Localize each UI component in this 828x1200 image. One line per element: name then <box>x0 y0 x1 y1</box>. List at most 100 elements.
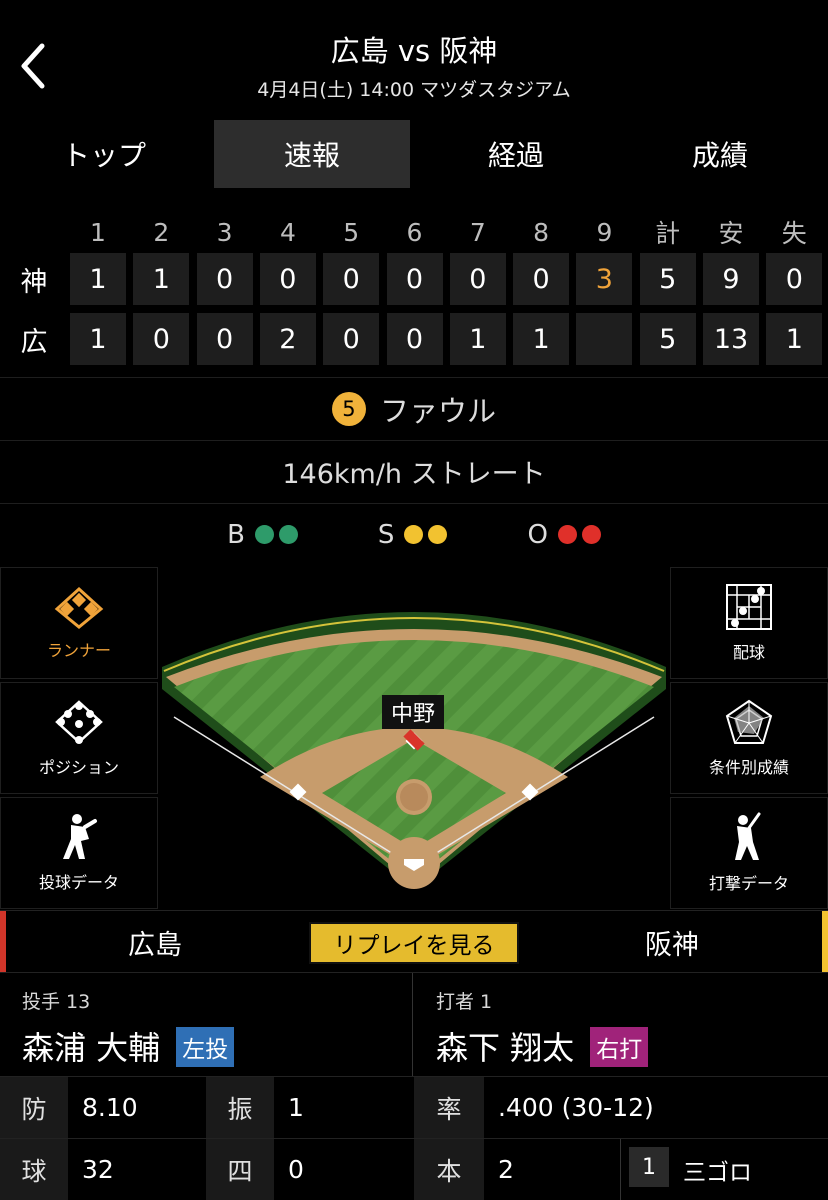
score-cell: 2 <box>259 313 316 365</box>
inning-header: 8 <box>533 217 550 247</box>
pitcher-icon <box>63 814 97 859</box>
position-button[interactable]: ポジション <box>0 682 158 794</box>
position-diamond-icon <box>55 700 103 744</box>
field-area: 中野 ランナー ポジション 投球データ 配球 条件別成績 打撃データ <box>0 567 828 909</box>
score-cell: 0 <box>766 253 823 305</box>
stats-table: 防 8.10 振 1 球 32 四 0 率 .400 (30-12) 本 2 1… <box>0 1076 828 1200</box>
pitch-chart-button[interactable]: 配球 <box>670 567 828 679</box>
out-dot <box>581 525 601 544</box>
score-cell: 0 <box>323 253 380 305</box>
position-label: ポジション <box>38 758 119 777</box>
away-team-label[interactable]: 阪神 <box>520 911 824 973</box>
at-bat-result: 三ゴロ <box>683 1160 752 1186</box>
score-cell: 0 <box>449 253 506 305</box>
play-result: 5 ファウル <box>0 377 828 439</box>
tab-bar: トップ 速報 経過 成績 <box>0 110 828 200</box>
pitching-data-label: 投球データ <box>38 873 119 892</box>
stat-value: 8.10 <box>68 1077 206 1139</box>
away-team-color-bar <box>822 911 828 973</box>
score-cell: 1 <box>133 253 190 305</box>
ball-label: B <box>227 519 245 550</box>
batter-role: 打者 1 <box>436 991 493 1013</box>
pitcher-role: 投手 13 <box>22 991 91 1013</box>
stat-value: 2 <box>484 1139 620 1200</box>
inning-header: 2 <box>153 217 170 247</box>
stat-label: 球 <box>0 1139 68 1200</box>
conditional-stats-button[interactable]: 条件別成績 <box>670 682 828 794</box>
radar-chart-icon <box>725 699 773 744</box>
batting-data-label: 打撃データ <box>708 874 789 893</box>
batting-data-button[interactable]: 打撃データ <box>670 797 828 909</box>
team-bar: 広島 リプレイを見る 阪神 <box>0 910 828 973</box>
strike-dot <box>428 525 448 544</box>
pitch-info: 146km/h ストレート <box>0 440 828 502</box>
fielder-label: 中野 <box>382 695 444 729</box>
game-info: 4月4日(土) 14:00 マツダスタジアム <box>257 79 571 101</box>
tab-progress[interactable]: 経過 <box>418 120 614 188</box>
score-cell: 0 <box>386 253 443 305</box>
score-cell: 1 <box>70 253 126 305</box>
replay-button[interactable]: リプレイを見る <box>309 922 519 964</box>
team-abbr: 神 <box>20 266 48 298</box>
score-cell: 1 <box>449 313 506 365</box>
tab-live[interactable]: 速報 <box>214 120 410 188</box>
batter-icon <box>735 812 761 860</box>
stat-value: 0 <box>274 1139 414 1200</box>
inning-header: 5 <box>343 217 360 247</box>
scoreboard: 1 2 3 4 5 6 7 8 9 計安失神 1 1 0 0 0 0 0 0 3 5 9 0 広 1 0 0 2 0 0 1 1 5 13 1 <box>0 205 828 377</box>
score-cell: 13 <box>703 313 759 365</box>
stat-value: .400 (30-12) <box>484 1077 828 1139</box>
score-cell: 5 <box>639 313 696 365</box>
score-cell: 0 <box>196 313 253 365</box>
conditional-stats-label: 条件別成績 <box>708 758 789 777</box>
pitching-data-button[interactable]: 投球データ <box>0 797 158 909</box>
score-cell: 1 <box>766 313 823 365</box>
inning-header: 1 <box>90 217 106 247</box>
inning-header: 7 <box>469 217 486 247</box>
score-cell: 0 <box>323 313 380 365</box>
ball-dot <box>254 525 274 544</box>
score-cell: 0 <box>133 313 190 365</box>
out-label: O <box>527 519 548 550</box>
ball-dot <box>278 525 298 544</box>
runner-button[interactable]: ランナー <box>0 567 158 679</box>
pitch-number-badge: 5 <box>331 391 366 426</box>
strike-count: S <box>378 520 448 550</box>
strike-zone-grid-icon <box>726 584 772 630</box>
pitcher-panel[interactable]: 投手 13 森浦 大輔 左投 <box>0 973 413 1077</box>
stat-label: 率 <box>414 1077 484 1139</box>
ball-count: B <box>227 520 298 550</box>
runner-diamond-icon <box>54 586 104 629</box>
stat-label: 振 <box>206 1077 274 1139</box>
score-cell: 3 <box>576 253 633 305</box>
home-team-label[interactable]: 広島 <box>0 911 310 973</box>
stat-value: 32 <box>68 1139 206 1200</box>
inning-header: 安 <box>718 219 744 248</box>
runner-label: ランナー <box>46 641 111 660</box>
inning-header: 計 <box>655 219 681 248</box>
header: 広島 vs 阪神 4月4日(土) 14:00 マツダスタジアム <box>0 0 828 110</box>
batter-panel[interactable]: 打者 1 森下 翔太 右打 <box>414 973 828 1077</box>
at-bat-history-item[interactable]: 1 三ゴロ <box>620 1139 828 1200</box>
at-bat-inning: 1 <box>629 1147 669 1187</box>
out-count: O <box>527 519 601 550</box>
baseball-field <box>162 612 666 889</box>
score-cell: 9 <box>703 253 759 305</box>
play-result-text: ファウル <box>379 393 496 428</box>
score-cell <box>576 313 633 365</box>
pitch-chart-label: 配球 <box>732 643 765 662</box>
strike-dot <box>404 525 424 544</box>
score-cell: 0 <box>386 313 443 365</box>
score-cell: 1 <box>513 313 570 365</box>
tab-top[interactable]: トップ <box>6 120 202 188</box>
score-cell: 0 <box>259 253 316 305</box>
stat-label: 防 <box>0 1077 68 1139</box>
tab-stats[interactable]: 成績 <box>622 120 818 188</box>
inning-header: 3 <box>216 217 233 247</box>
score-cell: 0 <box>196 253 253 305</box>
score-cell: 1 <box>70 313 126 365</box>
inning-header: 4 <box>279 217 296 247</box>
team-abbr: 広 <box>20 326 48 358</box>
inning-header: 6 <box>406 217 423 247</box>
pitcher-name: 森浦 大輔 <box>22 1029 161 1067</box>
